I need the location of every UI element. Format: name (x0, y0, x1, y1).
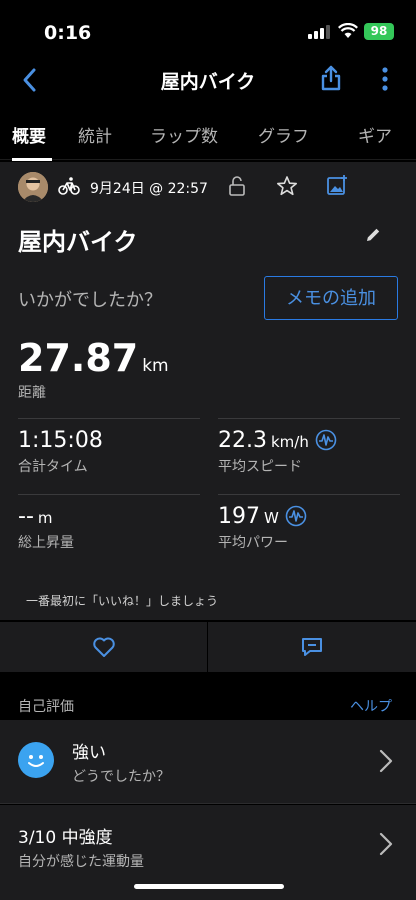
avg-power-label: 平均パワー (218, 535, 288, 551)
battery-indicator: 98 (364, 23, 394, 40)
avg-speed-value: 22.3 (218, 428, 267, 453)
total-time-label: 合計タイム (18, 459, 88, 475)
help-link[interactable]: ヘルプ (350, 696, 392, 716)
stat-divider (218, 494, 400, 495)
self-eval-header: 自己評価 (18, 699, 74, 715)
smile-face-icon (18, 742, 54, 778)
avg-speed-label: 平均スピード (218, 459, 302, 475)
chevron-right-icon (379, 832, 393, 856)
effort-title: 3/10 中強度 (18, 828, 113, 848)
unlock-icon[interactable] (228, 176, 246, 196)
chevron-right-icon (379, 749, 393, 773)
share-icon[interactable] (320, 65, 342, 91)
total-time-value: 1:15:08 (18, 428, 103, 453)
feel-subtitle: どうでしたか？ (72, 769, 170, 785)
activity-summary-card: 9月24日 @ 22:57 屋内バイク いかがでしたか？ メモの追加 27.87… (0, 162, 416, 620)
edit-pencil-icon[interactable] (364, 226, 382, 244)
bike-icon (58, 177, 80, 195)
ascent-label: 総上昇量 (18, 535, 74, 551)
distance-unit: km (142, 356, 169, 376)
speed-chart-pulse-icon[interactable] (315, 429, 337, 451)
cellular-signal-icon (308, 25, 330, 39)
action-divider (207, 622, 208, 672)
more-options-icon[interactable] (380, 66, 390, 92)
power-chart-pulse-icon[interactable] (285, 505, 307, 527)
social-action-bar (0, 622, 416, 672)
activity-datetime: 9月24日 @ 22:57 (90, 181, 208, 197)
feel-row[interactable]: 強い どうでしたか？ (0, 720, 416, 804)
feedback-prompt: いかがでしたか？ (18, 290, 162, 311)
ascent-value: -- (18, 504, 34, 529)
ascent-unit: m (37, 509, 53, 527)
avg-speed-unit: km/h (270, 433, 309, 451)
stat-value: -- m (18, 504, 53, 529)
distance-number: 27.87 (18, 336, 139, 380)
tab-graphs[interactable]: グラフ (258, 122, 309, 147)
stat-value: 1:15:08 (18, 428, 103, 453)
stat-divider (218, 418, 400, 419)
tab-stats[interactable]: 統計 (78, 122, 112, 147)
avatar-photo-icon (18, 172, 48, 202)
activity-title: 屋内バイク (18, 228, 138, 256)
tab-gear[interactable]: ギア (358, 122, 392, 147)
wifi-icon (338, 23, 358, 38)
distance-label: 距離 (18, 385, 46, 401)
tab-bar: 概要 統計 ラップ数 グラフ ギア (0, 104, 416, 161)
status-time: 0:16 (44, 22, 92, 44)
status-bar: 0:16 98 (0, 0, 416, 56)
tab-overview[interactable]: 概要 (12, 122, 46, 147)
add-memo-button[interactable]: メモの追加 (264, 276, 398, 320)
avatar[interactable] (18, 172, 48, 202)
stat-divider (18, 418, 200, 419)
add-photo-icon[interactable] (326, 174, 348, 196)
effort-subtitle: 自分が感じた運動量 (18, 854, 144, 870)
feel-title: 強い (72, 743, 106, 763)
stat-value: 22.3 km/h (218, 428, 337, 453)
nav-bar: 屋内バイク (0, 56, 416, 104)
page-title: 屋内バイク (160, 71, 256, 93)
like-heart-icon[interactable] (92, 636, 116, 658)
stat-value: 197 W (218, 504, 307, 529)
star-icon[interactable] (276, 175, 298, 197)
comment-icon[interactable] (300, 636, 324, 658)
avg-power-value: 197 (218, 504, 260, 529)
avg-power-unit: W (264, 509, 279, 527)
distance-value: 27.87 km (18, 336, 169, 380)
home-indicator (134, 884, 284, 889)
stat-divider (18, 494, 200, 495)
like-prompt: 一番最初に「いいね！」しましょう (26, 594, 219, 608)
active-tab-indicator (12, 158, 52, 161)
tab-laps[interactable]: ラップ数 (150, 122, 218, 147)
